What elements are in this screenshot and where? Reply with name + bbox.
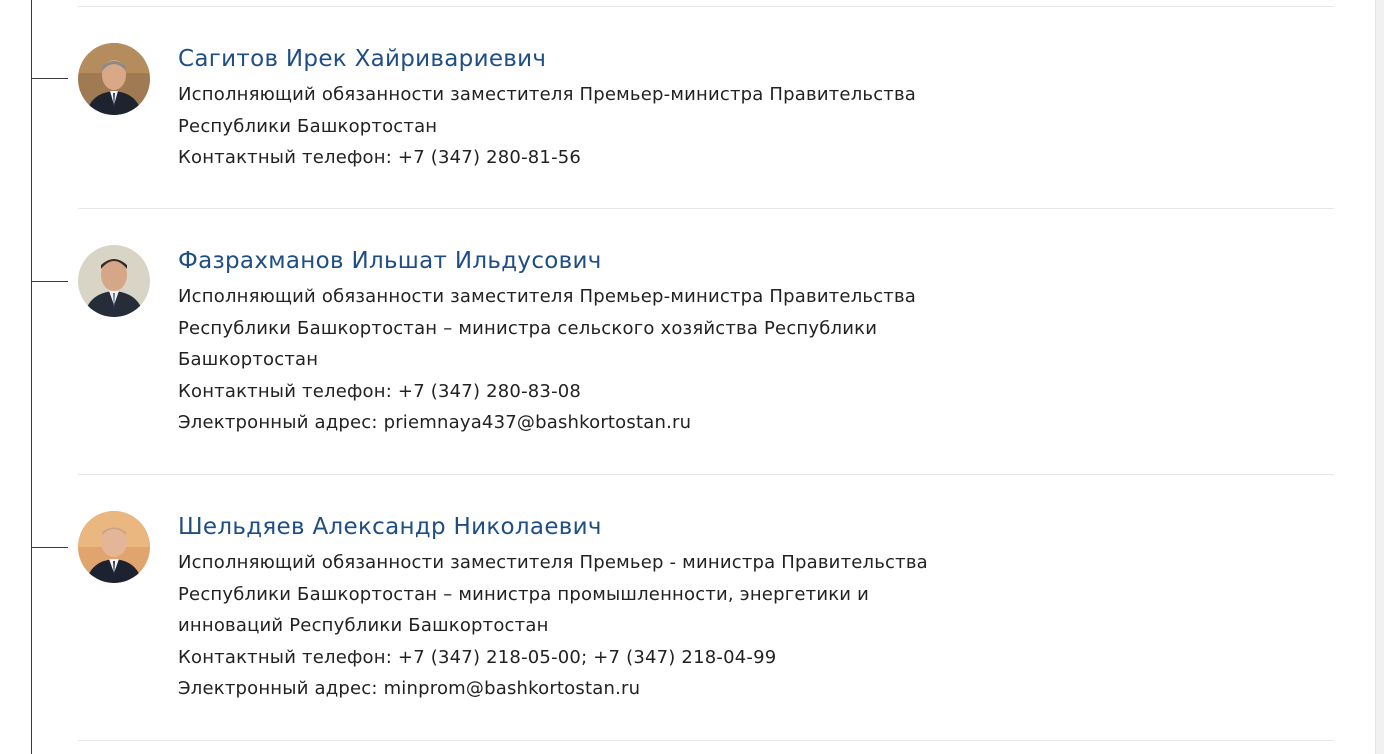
tree-branch-line — [32, 547, 68, 548]
divider — [78, 474, 1334, 475]
avatar-photo — [78, 245, 150, 317]
official-name-link[interactable]: Фазрахманов Ильшат Ильдусович — [178, 246, 1038, 276]
position-line: Исполняющий обязанности заместителя Прем… — [178, 552, 928, 573]
position-line: Исполняющий обязанности заместителя Прем… — [178, 84, 917, 105]
divider — [78, 208, 1334, 209]
official-info: Фазрахманов Ильшат Ильдусович Исполняющи… — [178, 246, 1038, 439]
position-line: Исполняющий обязанности заместителя Прем… — [178, 286, 917, 307]
tree-branch-line — [32, 78, 68, 79]
tree-connector-line — [31, 0, 32, 754]
contact-phone: Контактный телефон: +7 (347) 280-83-08 — [178, 380, 582, 402]
contact-email: Электронный адрес: minprom@bashkortostan… — [178, 678, 641, 699]
official-name-link[interactable]: Сагитов Ирек Хайривариевич — [178, 44, 1038, 74]
officials-page: Сагитов Ирек Хайривариевич Исполняющий о… — [0, 0, 1384, 754]
official-name-link[interactable]: Шельдяев Александр Николаевич — [178, 512, 1038, 542]
position-line: Республики Башкортостан – министра сельс… — [178, 317, 878, 339]
tree-branch-line — [32, 281, 68, 282]
divider — [78, 740, 1334, 741]
contact-email: Электронный адрес: priemnaya437@bashkort… — [178, 412, 692, 433]
contact-phone: Контактный телефон: +7 (347) 280-81-56 — [178, 147, 582, 168]
official-info: Шельдяев Александр Николаевич Исполняющи… — [178, 512, 1038, 705]
position-line: инноваций Республики Башкортостан — [178, 615, 549, 636]
scrollbar-track[interactable] — [1375, 0, 1384, 754]
official-info: Сагитов Ирек Хайривариевич Исполняющий о… — [178, 44, 1038, 174]
position-line: Республики Башкортостан — [178, 115, 438, 137]
avatar-photo — [78, 511, 150, 583]
position-line: Башкортостан — [178, 349, 319, 370]
position-line: Республики Башкортостан – министра промы… — [178, 583, 870, 605]
avatar-photo — [78, 43, 150, 115]
contact-phone: Контактный телефон: +7 (347) 218-05-00; … — [178, 646, 777, 668]
divider — [78, 6, 1334, 7]
